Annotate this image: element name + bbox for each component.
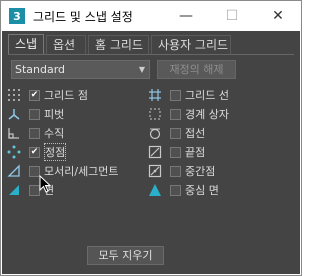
snap-label: 그리드 선	[185, 89, 229, 102]
grid-points-icon	[5, 86, 23, 104]
snap-label: 중간점	[185, 165, 216, 178]
maximize-button: ☐	[225, 8, 239, 24]
pivot-icon	[5, 105, 23, 123]
checkbox[interactable]: ✔	[29, 146, 40, 158]
snap-label: 접선	[185, 127, 206, 140]
close-button[interactable]: ✕	[255, 1, 301, 31]
mouse-cursor-icon	[39, 174, 52, 197]
checkbox[interactable]: ✔	[29, 89, 40, 101]
snap-option-endpoint[interactable]: 끝점	[146, 143, 205, 161]
snap-option-tangent[interactable]: 접선	[146, 124, 205, 142]
snap-label: 정점	[44, 143, 67, 161]
tab-divider	[8, 54, 294, 55]
checkbox[interactable]	[29, 108, 40, 120]
snap-label: 모서리/세그먼트	[44, 165, 119, 178]
snap-option-perpendicular[interactable]: 수직	[5, 124, 64, 142]
checkbox[interactable]	[170, 89, 181, 101]
snap-option-grid-lines[interactable]: 그리드 선	[146, 86, 229, 104]
snap-option-edge-segment[interactable]: 모서리/세그먼트	[5, 162, 119, 180]
snap-option-center-face[interactable]: 중심 면	[146, 181, 219, 199]
snap-option-bounding-box[interactable]: 경계 상자	[146, 105, 229, 123]
endpoint-icon	[146, 143, 164, 161]
snap-label: 피벗	[44, 108, 65, 121]
center-face-icon	[146, 181, 164, 199]
grid-snap-settings-window: 3 그리드 및 스냅 설정 — ☐ ✕ 스냅 옵션 홈 그리드 사용자 그리드 …	[0, 0, 302, 276]
snap-option-vertex[interactable]: ✔ 정점	[5, 143, 67, 161]
checkbox[interactable]	[29, 127, 40, 139]
preset-dropdown[interactable]: Standard ▼	[11, 60, 150, 79]
tab-options[interactable]: 옵션	[46, 35, 86, 54]
face-icon	[5, 181, 23, 199]
app-icon: 3	[9, 8, 25, 24]
tangent-icon	[146, 124, 164, 142]
window-title: 그리드 및 스냅 설정	[33, 10, 133, 24]
vertex-icon	[5, 143, 23, 161]
snap-label: 그리드 점	[44, 89, 88, 102]
preset-value: Standard	[15, 63, 66, 76]
snap-option-pivot[interactable]: 피벗	[5, 105, 64, 123]
tab-snap[interactable]: 스냅	[8, 34, 44, 55]
snap-label: 경계 상자	[185, 108, 229, 121]
minimize-button[interactable]: —	[163, 1, 209, 31]
checkbox[interactable]	[170, 146, 181, 158]
tab-home-grid[interactable]: 홈 그리드	[88, 35, 149, 54]
midpoint-icon	[146, 162, 164, 180]
tab-user-grid[interactable]: 사용자 그리드	[151, 35, 231, 54]
checkbox[interactable]	[170, 184, 181, 196]
edge-segment-icon	[5, 162, 23, 180]
chevron-down-icon: ▼	[138, 65, 145, 74]
snap-option-grid-points[interactable]: ✔ 그리드 점	[5, 86, 88, 104]
clear-all-button[interactable]: 모두 지우기	[87, 246, 164, 265]
snap-label: 끝점	[185, 146, 206, 159]
checkbox[interactable]	[170, 165, 181, 177]
checkbox[interactable]	[170, 108, 181, 120]
dialog-panel: 스냅 옵션 홈 그리드 사용자 그리드 Standard ▼ 재정의 해제 ✔ …	[2, 31, 300, 274]
checkbox[interactable]	[170, 127, 181, 139]
snap-label: 수직	[44, 127, 65, 140]
bounding-box-icon	[146, 105, 164, 123]
clear-overrides-button: 재정의 해제	[157, 60, 236, 79]
snap-option-midpoint[interactable]: 중간점	[146, 162, 215, 180]
snap-label: 중심 면	[185, 184, 219, 197]
title-bar[interactable]: 3 그리드 및 스냅 설정 — ☐ ✕	[1, 1, 301, 31]
grid-lines-icon	[146, 86, 164, 104]
perpendicular-icon	[5, 124, 23, 142]
